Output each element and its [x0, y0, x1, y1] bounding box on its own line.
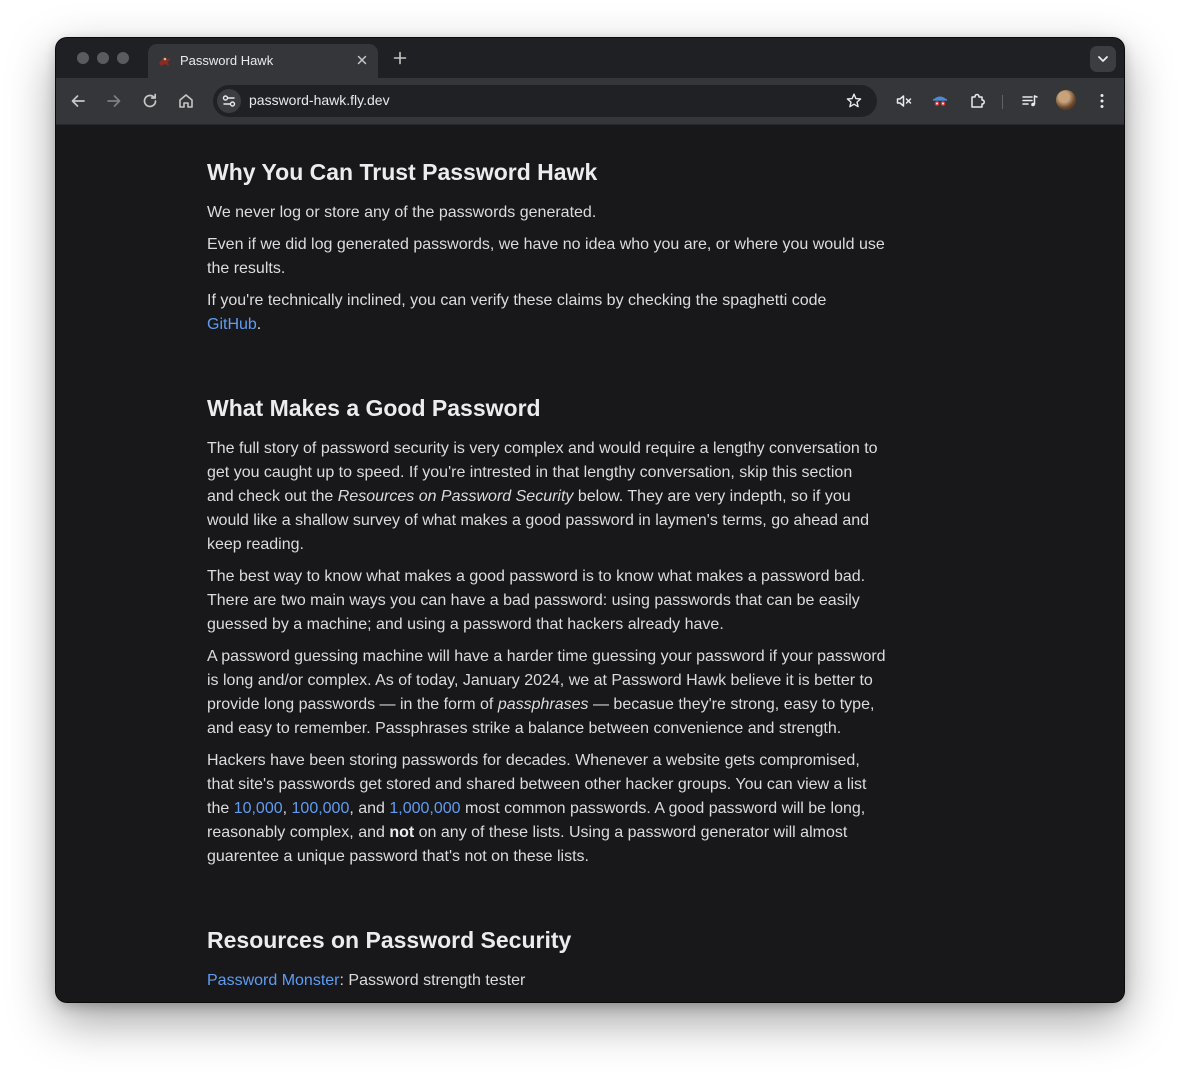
text-fragment: and check out the: [207, 488, 338, 505]
text-line: The best way to know what makes a good p…: [207, 568, 866, 585]
text-line: Even if we did log generated passwords, …: [207, 236, 885, 253]
good-password-heading: What Makes a Good Password: [207, 395, 541, 421]
puzzle-icon[interactable]: [967, 91, 987, 111]
tab-password-hawk[interactable]: Password Hawk: [148, 44, 378, 78]
text-line: Hackers have been storing passwords for …: [207, 752, 860, 769]
text-fragment: the: [207, 800, 234, 817]
not-emphasis: not: [389, 824, 415, 841]
resources-heading: Resources on Password Security: [207, 927, 572, 953]
good-paragraph-3: A password guessing machine will have a …: [207, 645, 899, 741]
text-line: There are two main ways you can have a b…: [207, 592, 860, 609]
home-icon[interactable]: [176, 91, 196, 111]
text-line: keep reading.: [207, 536, 304, 553]
text-fragment: — becasue they're strong, easy to type,: [588, 696, 875, 713]
trust-paragraph-1: We never log or store any of the passwor…: [207, 204, 597, 221]
text-fragment: most common passwords. A good password w…: [460, 800, 866, 817]
text-fragment: ,: [282, 800, 292, 817]
toolbar-divider: [1002, 95, 1003, 109]
kebab-menu-icon[interactable]: [1092, 91, 1112, 111]
passphrases-emphasis: passphrases: [497, 696, 589, 713]
link-100000-passwords[interactable]: 100,000: [292, 800, 350, 817]
text-line: If you're technically inclined, you can …: [207, 292, 827, 309]
page-content: Why You Can Trust Password Hawk We never…: [56, 125, 1124, 1002]
url-text[interactable]: password-hawk.fly.dev: [249, 92, 390, 108]
tune-icon: [222, 95, 236, 107]
text-fragment: below. They are very indepth, so if you: [573, 488, 851, 505]
reload-icon[interactable]: [140, 91, 160, 111]
text-fragment: , and: [349, 800, 390, 817]
close-window-button[interactable]: [77, 52, 89, 64]
text-line: The full story of password security is v…: [207, 440, 878, 457]
tab-search-button[interactable]: [1090, 46, 1116, 72]
trust-paragraph-2: Even if we did log generated passwords, …: [207, 233, 899, 281]
close-tab-icon[interactable]: [354, 52, 370, 68]
text-fragment: : Password strength tester: [339, 972, 526, 989]
trust-paragraph-3: If you're technically inclined, you can …: [207, 289, 899, 337]
text-line: A password guessing machine will have a …: [207, 648, 886, 665]
tab-title: Password Hawk: [180, 53, 274, 68]
new-tab-icon[interactable]: [392, 50, 408, 66]
incognito-icon[interactable]: [930, 91, 950, 111]
text-line: is long and/or complex. As of today, Jan…: [207, 672, 873, 689]
site-info-button[interactable]: [217, 89, 241, 113]
text-line: would like a shallow survey of what make…: [207, 512, 870, 529]
text-line: guarentee a unique password that's not o…: [207, 848, 589, 865]
address-bar[interactable]: password-hawk.fly.dev: [213, 85, 877, 117]
link-10000-passwords[interactable]: 10,000: [234, 800, 283, 817]
browser-toolbar: password-hawk.fly.dev: [56, 78, 1124, 125]
text-line: that site's passwords get stored and sha…: [207, 776, 867, 793]
good-paragraph-4: Hackers have been storing passwords for …: [207, 749, 899, 869]
text-line: and easy to remember. Passphrases strike…: [207, 720, 842, 737]
resources-emphasis: Resources on Password Security: [337, 488, 574, 505]
text-fragment: reasonably complex, and: [207, 824, 390, 841]
arrow-right-icon[interactable]: [104, 91, 124, 111]
text-fragment: .: [256, 316, 262, 333]
good-paragraph-2: The best way to know what makes a good p…: [207, 565, 899, 637]
avatar-icon[interactable]: [1056, 90, 1076, 110]
text-line: guessed by a machine; and using a passwo…: [207, 616, 724, 633]
browser-window: Password Hawk password-hawk.fly.dev Why …: [56, 38, 1124, 1002]
tab-strip: Password Hawk: [56, 38, 1124, 78]
muted-speaker-icon[interactable]: [894, 91, 914, 111]
chevron-down-icon: [1098, 56, 1108, 62]
link-1000000-passwords[interactable]: 1,000,000: [389, 800, 460, 817]
text-line: get you caught up to speed. If you're in…: [207, 464, 853, 481]
star-icon[interactable]: [845, 92, 863, 110]
arrow-left-icon[interactable]: [68, 91, 88, 111]
hawk-favicon-icon: [159, 57, 171, 66]
text-line: the results.: [207, 260, 286, 277]
zoom-window-button[interactable]: [117, 52, 129, 64]
password-monster-link[interactable]: Password Monster: [207, 972, 340, 989]
text-fragment: on any of these lists. Using a password …: [414, 824, 848, 841]
trust-heading: Why You Can Trust Password Hawk: [207, 159, 598, 185]
playlist-icon[interactable]: [1020, 91, 1040, 111]
minimize-window-button[interactable]: [97, 52, 109, 64]
text-fragment: provide long passwords — in the form of: [207, 696, 498, 713]
resource-item-password-monster: Password Monster: Password strength test…: [207, 969, 899, 993]
good-paragraph-1: The full story of password security is v…: [207, 437, 899, 557]
github-link[interactable]: GitHub: [207, 316, 257, 333]
